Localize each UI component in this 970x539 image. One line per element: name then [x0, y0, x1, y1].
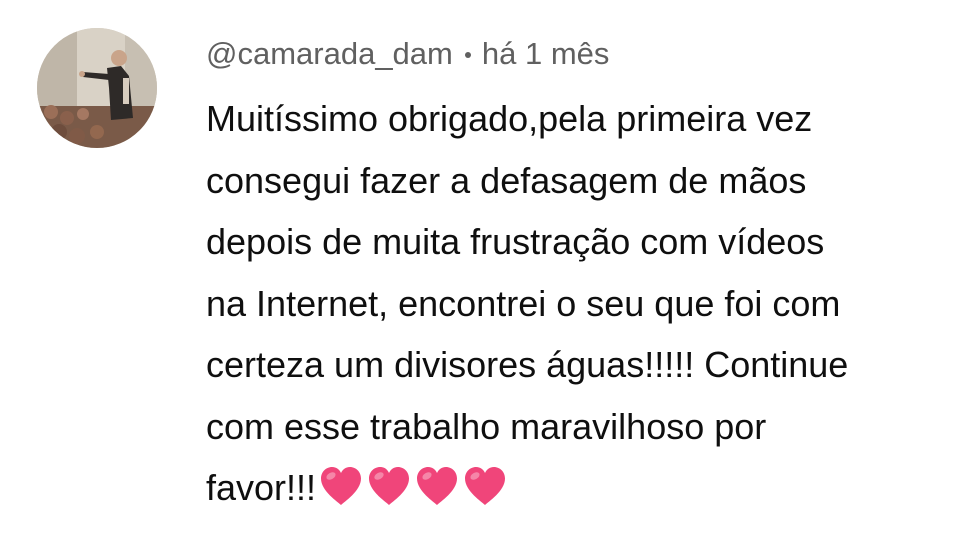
comment-last-line: favor!!!: [206, 457, 956, 519]
author-handle[interactable]: @camarada_dam: [206, 36, 453, 72]
avatar[interactable]: [37, 28, 157, 148]
heart-icon: [366, 465, 412, 507]
separator-dot: [464, 52, 471, 58]
comment-header: @camarada_dam há 1 mês: [206, 34, 609, 74]
comment-timestamp: há 1 mês: [481, 36, 610, 71]
comment-line: certeza um divisores águas!!!!! Continue: [206, 344, 849, 385]
heart-icon: [318, 465, 364, 507]
heart-icon: [462, 465, 508, 507]
comment-line: na Internet, encontrei o seu que foi com: [206, 282, 841, 324]
heart-emoji-group: [318, 465, 510, 507]
comment-line: Muitíssimo obrigado,pela primeira vez: [206, 98, 813, 139]
comment-line: depois de muita frustração com vídeos: [206, 221, 825, 262]
comment-line: consegui fazer a defasagem de mãos: [206, 159, 807, 201]
comment-item: @camarada_dam há 1 mês Muitíssimo obriga…: [0, 0, 970, 539]
comment-text: Muitíssimo obrigado,pela primeira vez co…: [206, 88, 956, 519]
heart-icon: [414, 465, 460, 507]
comment-line: favor!!!: [206, 467, 317, 508]
avatar-image: [37, 28, 157, 148]
comment-line: com esse trabalho maravilhoso por: [206, 405, 767, 447]
